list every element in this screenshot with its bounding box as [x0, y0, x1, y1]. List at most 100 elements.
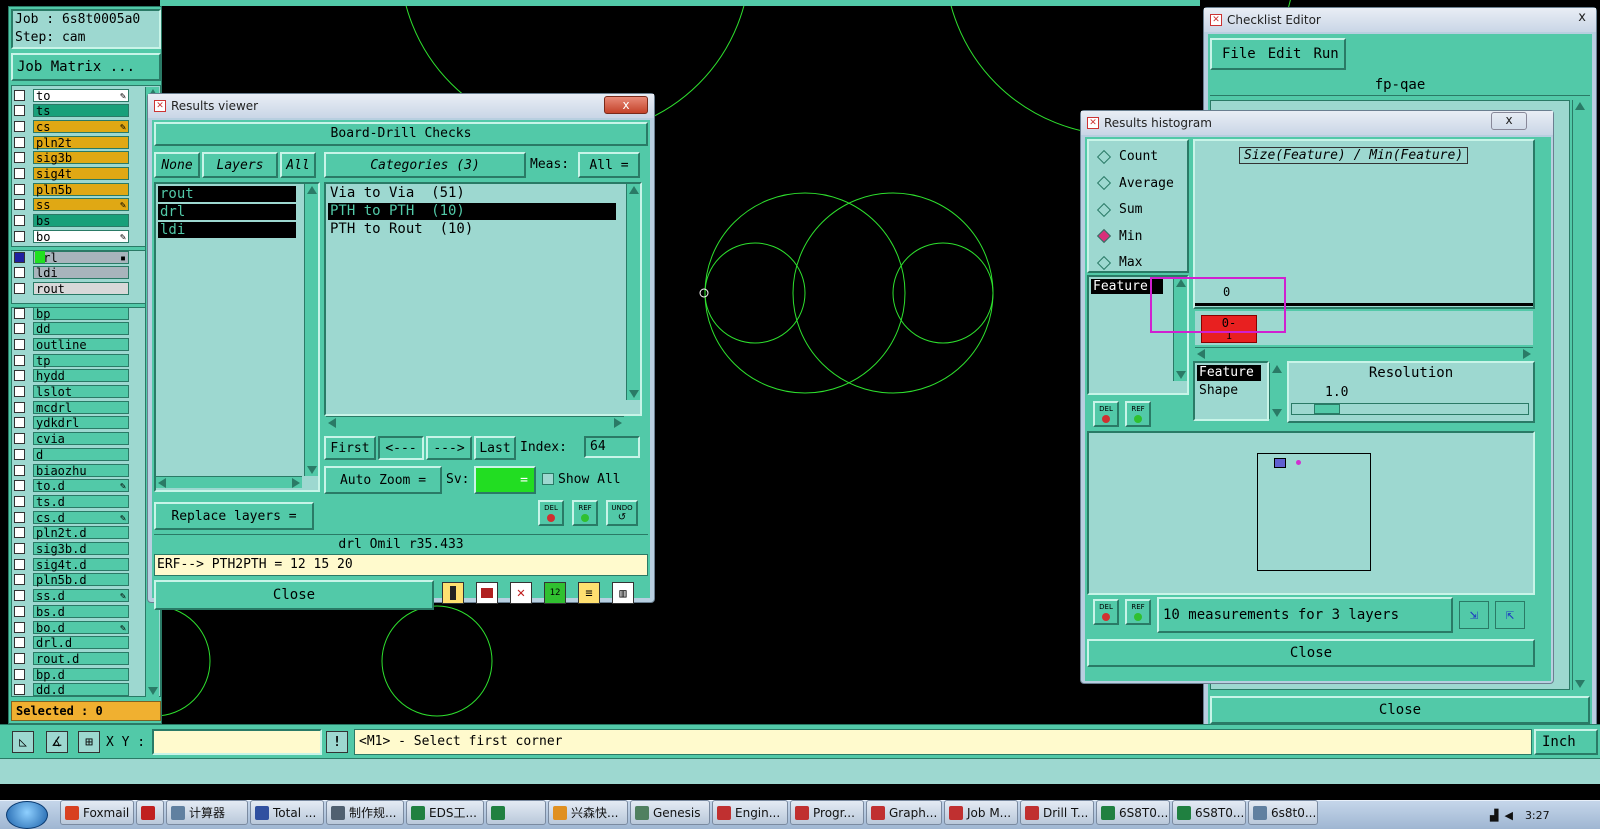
taskbar-item[interactable]: 计算器	[166, 800, 248, 825]
close-button[interactable]: Close	[1087, 639, 1535, 667]
close-window-button[interactable]: x	[1578, 10, 1586, 25]
layer-checkbox[interactable]	[14, 267, 25, 279]
close-window-button[interactable]: x	[1491, 112, 1527, 130]
layer-checkbox[interactable]	[14, 168, 25, 179]
taskbar-item[interactable]: 制作规...	[326, 800, 404, 825]
network-icon[interactable]: ▟	[1490, 809, 1498, 822]
meas-select[interactable]: All =	[578, 152, 640, 178]
taskbar-item[interactable]	[486, 800, 546, 825]
group-by-item[interactable]: Shape	[1197, 383, 1267, 399]
layer-checkbox[interactable]	[14, 136, 25, 148]
close-button[interactable]: Close	[154, 580, 434, 610]
layer-row-pln2t[interactable]: pln2t	[14, 135, 129, 149]
histogram-icon[interactable]: ▥	[612, 582, 634, 604]
layer-row-d[interactable]: d	[14, 447, 129, 461]
layers-list-scrollbar[interactable]	[304, 184, 318, 476]
layer-checkbox[interactable]	[14, 105, 25, 117]
slider-thumb[interactable]	[1314, 404, 1340, 414]
layer-checkbox[interactable]	[14, 543, 25, 554]
layer-checkbox[interactable]	[14, 480, 25, 492]
layers-list-hscroll[interactable]	[156, 476, 302, 488]
layer-checkbox[interactable]	[14, 251, 25, 263]
layer-row-ss[interactable]: ss ✎	[14, 198, 129, 212]
category-list-item[interactable]: PTH to PTH (10)	[328, 203, 616, 220]
del-button[interactable]: DEL	[1093, 401, 1119, 427]
layer-row-bo-d[interactable]: bo.d ✎	[14, 620, 129, 634]
mode-average-radio[interactable]: Average	[1096, 176, 1174, 191]
layer-row-ydkdrl[interactable]: ydkdrl	[14, 416, 129, 430]
exclamation-icon[interactable]: !	[326, 731, 348, 753]
taskbar-item[interactable]: Drill T...	[1020, 800, 1094, 825]
taskbar-item[interactable]: Total ...	[250, 800, 324, 825]
layer-checkbox[interactable]	[14, 215, 25, 227]
layer-checkbox[interactable]	[14, 464, 25, 476]
layer-row-bs-d[interactable]: bs.d	[14, 604, 129, 618]
layer-row-tp[interactable]: tp	[14, 353, 129, 367]
snap-icon[interactable]: ◺	[12, 731, 34, 753]
del-button[interactable]: DEL	[538, 500, 564, 526]
layer-row-drl[interactable]: drl ▪	[14, 250, 129, 264]
layer-checkbox[interactable]	[14, 511, 25, 523]
layer-list-item[interactable]: rout	[158, 186, 296, 202]
layer-row-ldi[interactable]: ldi	[14, 266, 129, 280]
clock[interactable]: 3:27	[1525, 809, 1550, 822]
layer-list-item[interactable]: drl	[158, 204, 296, 220]
layer-row-dd-d[interactable]: dd.d	[14, 683, 129, 697]
layer-checkbox[interactable]	[14, 637, 25, 649]
job-matrix-button[interactable]: Job Matrix ...	[11, 53, 161, 81]
layer-row-cs-d[interactable]: cs.d ✎	[14, 510, 129, 524]
taskbar-item[interactable]: Job M...	[944, 800, 1018, 825]
layer-row-hydd[interactable]: hydd	[14, 369, 129, 383]
layer-checkbox[interactable]	[14, 354, 25, 366]
ref-button[interactable]: REF	[572, 500, 598, 526]
del-button[interactable]: DEL	[1093, 599, 1119, 625]
taskbar-item[interactable]: Genesis	[630, 800, 710, 825]
close-button[interactable]: Close	[1210, 696, 1590, 724]
taskbar-item[interactable]: EDS工...	[406, 800, 484, 825]
layer-list-item[interactable]: ldi	[158, 222, 296, 238]
layer-row-ts[interactable]: ts	[14, 104, 129, 118]
replace-layers-select[interactable]: Replace layers =	[154, 502, 314, 530]
auto-zoom-select[interactable]: Auto Zoom =	[324, 466, 442, 494]
layer-checkbox[interactable]	[14, 282, 25, 294]
mode-min-radio[interactable]: Min	[1096, 229, 1142, 244]
taskbar-item[interactable]: 6S8T0...	[1096, 800, 1170, 825]
layer-row-pln2t-d[interactable]: pln2t.d	[14, 526, 129, 540]
highlight-icon[interactable]	[442, 582, 464, 604]
taskbar-item[interactable]: Foxmail	[60, 800, 134, 825]
taskbar-item[interactable]	[136, 800, 164, 825]
layer-checkbox[interactable]	[14, 417, 25, 429]
ref-button[interactable]: REF	[1125, 401, 1151, 427]
mode-count-radio[interactable]: Count	[1096, 149, 1158, 164]
layer-checkbox[interactable]	[14, 152, 25, 164]
layer-checkbox[interactable]	[14, 590, 25, 602]
export-icon[interactable]: ⇲	[1459, 601, 1489, 629]
chart-hscroll[interactable]	[1195, 347, 1533, 359]
layer-row-pln5b[interactable]: pln5b	[14, 182, 129, 196]
taskbar-item[interactable]: 6s8t0...	[1248, 800, 1318, 825]
layer-row-rout-d[interactable]: rout.d	[14, 651, 129, 665]
menu-edit[interactable]: Edit	[1268, 46, 1302, 62]
category-list-item[interactable]: PTH to Rout (10)	[328, 221, 616, 238]
categories-hscroll[interactable]	[326, 416, 624, 428]
index-input[interactable]: 64	[584, 436, 640, 458]
import-icon[interactable]: ⇱	[1495, 601, 1525, 629]
layer-row-rout[interactable]: rout	[14, 281, 129, 295]
next-button[interactable]: --->	[426, 436, 472, 460]
layer-checkbox[interactable]	[14, 230, 25, 242]
layer-checkbox[interactable]	[14, 338, 25, 350]
layer-row-cvia[interactable]: cvia	[14, 432, 129, 446]
layer-row-cs[interactable]: cs ✎	[14, 119, 129, 133]
menu-file[interactable]: File	[1222, 46, 1256, 62]
layer-checkbox[interactable]	[14, 558, 25, 570]
prev-button[interactable]: <---	[378, 436, 424, 460]
layer-row-ts-d[interactable]: ts.d	[14, 494, 129, 508]
measure-icon[interactable]: ∡	[46, 731, 68, 753]
layer-row-lslot[interactable]: lslot	[14, 385, 129, 399]
grid-icon[interactable]: ⊞	[78, 731, 100, 753]
layer-checkbox[interactable]	[14, 199, 25, 211]
layer-row-biaozhu[interactable]: biaozhu	[14, 463, 129, 477]
show-all-checkbox[interactable]	[542, 473, 554, 485]
layer-checkbox[interactable]	[14, 89, 25, 101]
layer-checkbox[interactable]	[14, 668, 25, 680]
